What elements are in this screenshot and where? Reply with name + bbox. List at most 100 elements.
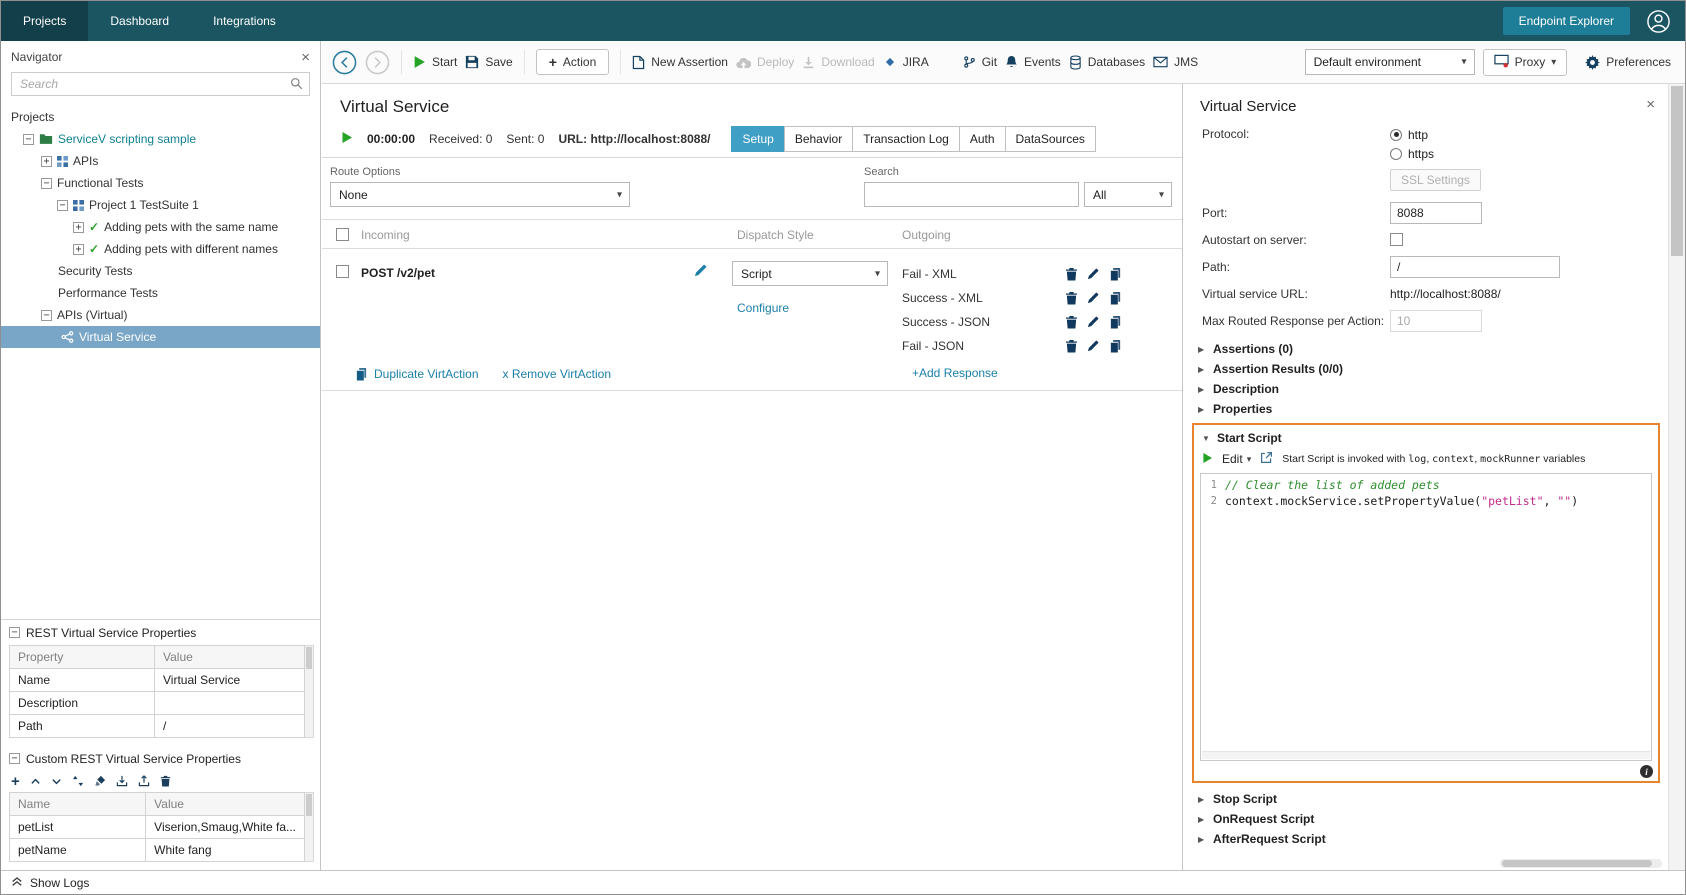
panel-horizontal-scrollbar[interactable]: [1500, 859, 1662, 868]
git-button[interactable]: Git: [963, 55, 997, 69]
expander-open-icon[interactable]: −: [41, 177, 52, 189]
clone-response-icon[interactable]: [1109, 315, 1122, 329]
autostart-checkbox[interactable]: [1390, 233, 1403, 246]
move-up-icon[interactable]: [30, 776, 41, 787]
virtaction-checkbox[interactable]: [336, 265, 349, 278]
start-script-editor[interactable]: 1 // Clear the list of added pets 2 cont…: [1200, 473, 1652, 761]
expander-open-icon[interactable]: −: [41, 309, 52, 321]
property-row-petname[interactable]: petName White fang: [8, 838, 305, 862]
table-scrollbar[interactable]: [305, 792, 314, 862]
property-row-petlist[interactable]: petList Viserion,Smaug,White fa...: [8, 815, 305, 839]
protocol-https-radio[interactable]: https: [1390, 144, 1434, 163]
proxy-button[interactable]: Proxy ▾: [1482, 48, 1568, 76]
delete-response-icon[interactable]: [1065, 291, 1078, 305]
tree-node-functional-tests[interactable]: − Functional Tests: [1, 172, 320, 194]
nav-tab-dashboard[interactable]: Dashboard: [88, 1, 191, 41]
section-assertion-results[interactable]: ▶ Assertion Results (0/0): [1198, 359, 1668, 379]
show-logs-label[interactable]: Show Logs: [30, 876, 89, 890]
tab-auth[interactable]: Auth: [958, 126, 1006, 152]
protocol-http-radio[interactable]: http: [1390, 125, 1434, 144]
tree-node-performance-tests[interactable]: Performance Tests: [1, 282, 320, 304]
select-all-checkbox[interactable]: [336, 228, 349, 241]
endpoint-explorer-button[interactable]: Endpoint Explorer: [1502, 7, 1630, 35]
max-routed-input[interactable]: [1390, 309, 1482, 332]
tab-setup[interactable]: Setup: [731, 126, 785, 152]
tree-node-servicev-project[interactable]: − ServiceV scripting sample: [1, 128, 320, 150]
delete-property-icon[interactable]: [160, 775, 171, 787]
tree-node-apis[interactable]: + APIs: [1, 150, 320, 172]
deploy-button[interactable]: Deploy: [736, 55, 794, 69]
expander-open-icon[interactable]: −: [23, 133, 34, 145]
section-start-script[interactable]: ▼ Start Script: [1200, 428, 1652, 448]
section-onrequest-script[interactable]: ▶ OnRequest Script: [1198, 809, 1668, 829]
clone-response-icon[interactable]: [1109, 291, 1122, 305]
nav-tab-projects[interactable]: Projects: [1, 1, 89, 41]
expander-closed-icon[interactable]: +: [73, 243, 84, 255]
virtaction-search-input[interactable]: [864, 182, 1079, 207]
edit-response-icon[interactable]: [1087, 339, 1100, 353]
new-assertion-button[interactable]: New Assertion: [632, 55, 728, 70]
section-properties[interactable]: ▶ Properties: [1198, 399, 1668, 419]
port-input[interactable]: [1390, 201, 1482, 224]
navigate-forward-button[interactable]: [365, 50, 390, 75]
vertical-scrollbar[interactable]: [1668, 84, 1685, 870]
expander-open-icon[interactable]: −: [57, 199, 68, 211]
configure-link[interactable]: Configure: [737, 301, 789, 315]
save-button[interactable]: Save: [465, 55, 513, 69]
delete-response-icon[interactable]: [1065, 267, 1078, 281]
edit-virtaction-icon[interactable]: [694, 263, 708, 280]
section-stop-script[interactable]: ▶ Stop Script: [1198, 789, 1668, 809]
jira-button[interactable]: JIRA: [883, 55, 929, 69]
tree-node-virtual-service[interactable]: Virtual Service: [1, 326, 320, 348]
script-edit-dropdown[interactable]: Edit ▾: [1222, 452, 1251, 466]
delete-response-icon[interactable]: [1065, 339, 1078, 353]
environment-select[interactable]: Default environment: [1304, 49, 1475, 75]
add-response-link[interactable]: +Add Response: [912, 366, 998, 380]
scrollbar-thumb[interactable]: [1671, 86, 1683, 256]
tree-node-test-diff-name[interactable]: + ✓ Adding pets with different names: [1, 238, 320, 260]
panel-close-icon[interactable]: ×: [1646, 97, 1655, 112]
user-account-icon[interactable]: [1646, 9, 1671, 34]
run-virtual-service-icon[interactable]: [341, 131, 353, 147]
section-collapse-icon[interactable]: −: [9, 753, 20, 764]
editor-scrollbar[interactable]: [1202, 751, 1650, 759]
info-icon[interactable]: i: [1640, 765, 1653, 778]
preferences-button[interactable]: Preferences: [1585, 54, 1671, 70]
edit-response-icon[interactable]: [1087, 267, 1100, 281]
section-assertions[interactable]: ▶ Assertions (0): [1198, 339, 1668, 359]
property-row-description[interactable]: Description: [9, 691, 305, 715]
open-in-window-icon[interactable]: [1260, 451, 1273, 467]
tree-node-projects[interactable]: Projects: [1, 106, 320, 128]
expander-closed-icon[interactable]: +: [73, 221, 84, 233]
add-property-icon[interactable]: +: [11, 774, 20, 789]
ssl-settings-button[interactable]: SSL Settings: [1390, 168, 1481, 191]
tree-node-apis-virtual[interactable]: − APIs (Virtual): [1, 304, 320, 326]
clone-response-icon[interactable]: [1109, 267, 1122, 281]
move-down-icon[interactable]: [51, 776, 62, 787]
sort-icon[interactable]: [72, 775, 84, 787]
clear-properties-icon[interactable]: [94, 775, 106, 787]
dispatch-style-select[interactable]: Script: [732, 261, 888, 286]
expand-logs-icon[interactable]: [11, 875, 23, 890]
navigator-search-input[interactable]: [11, 72, 310, 96]
clone-response-icon[interactable]: [1109, 339, 1122, 353]
remove-virtaction-link[interactable]: x Remove VirtAction: [503, 367, 612, 381]
navigator-close-icon[interactable]: ×: [301, 50, 310, 65]
jms-button[interactable]: JMS: [1153, 55, 1198, 69]
edit-response-icon[interactable]: [1087, 315, 1100, 329]
tree-node-test-same-name[interactable]: + ✓ Adding pets with the same name: [1, 216, 320, 238]
delete-response-icon[interactable]: [1065, 315, 1078, 329]
run-script-icon[interactable]: [1202, 452, 1213, 467]
section-description[interactable]: ▶ Description: [1198, 379, 1668, 399]
action-button[interactable]: + Action: [535, 49, 610, 75]
navigate-back-button[interactable]: [332, 50, 357, 75]
nav-tab-integrations[interactable]: Integrations: [191, 1, 298, 41]
expander-closed-icon[interactable]: +: [41, 155, 52, 167]
tab-transaction-log[interactable]: Transaction Log: [852, 126, 960, 152]
start-button[interactable]: Start: [413, 55, 457, 69]
tree-node-testsuite[interactable]: − Project 1 TestSuite 1: [1, 194, 320, 216]
section-afterrequest-script[interactable]: ▶ AfterRequest Script: [1198, 829, 1668, 849]
section-collapse-icon[interactable]: −: [9, 627, 20, 638]
events-button[interactable]: Events: [1005, 55, 1061, 69]
download-button[interactable]: Download: [802, 55, 875, 69]
